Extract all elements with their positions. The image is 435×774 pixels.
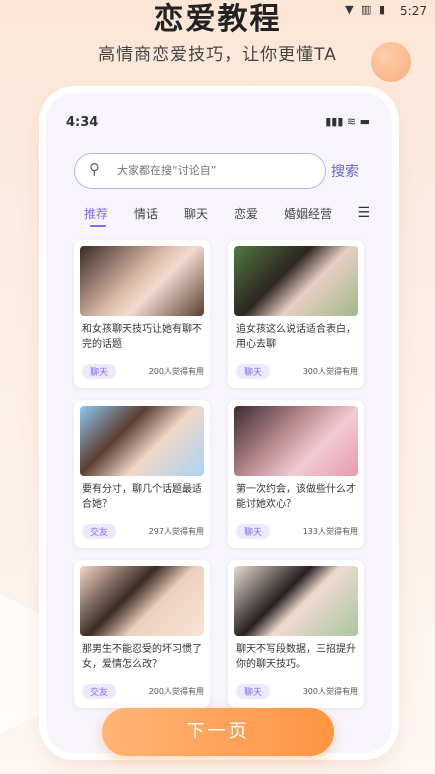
tab-love[interactable]: 恋爱 <box>234 205 258 222</box>
card-image <box>80 566 204 636</box>
card-count: 200人觉得有用 <box>148 687 204 696</box>
phone-status-icons: ▮▮▮ ≋ ▬ <box>325 115 370 128</box>
list-item[interactable]: 追女孩这么说话适合表白，用心去聊 聊天 300人觉得有用 <box>228 240 364 388</box>
card-tag: 交友 <box>82 684 117 699</box>
card-image <box>80 246 204 316</box>
tab-chat[interactable]: 聊天 <box>184 205 208 222</box>
search-button[interactable]: 搜索 <box>331 161 359 181</box>
card-tag: 聊天 <box>82 364 117 379</box>
list-item[interactable]: 聊天不写段数据，三招提升你的聊天技巧。 聊天 300人觉得有用 <box>228 560 364 708</box>
list-item[interactable]: 那男生不能忍受的坏习惯了女，爱情怎么改？ 交友 200人觉得有用 <box>74 560 210 708</box>
card-tag: 聊天 <box>236 364 271 379</box>
menu-icon[interactable]: ☰ <box>357 205 370 221</box>
search-icon: ⚲ <box>89 160 100 178</box>
decorative-circle <box>371 42 411 82</box>
card-image <box>234 566 358 636</box>
tab-recommend[interactable]: 推荐 <box>84 205 108 222</box>
list-item[interactable]: 要有分寸，聊几个话题最适合她？ 交友 297人觉得有用 <box>74 400 210 548</box>
card-image <box>234 246 358 316</box>
card-tag: 聊天 <box>236 524 271 539</box>
list-item[interactable]: 第一次约会，该做些什么才能讨她欢心？ 聊天 133人觉得有用 <box>228 400 364 548</box>
card-title: 和女孩聊天技巧让她有聊不完的话题 <box>82 324 202 350</box>
card-count: 300人觉得有用 <box>302 687 358 696</box>
list-item[interactable]: 和女孩聊天技巧让她有聊不完的话题 聊天 200人觉得有用 <box>74 240 210 388</box>
phone-mockup: 4:34 ▮▮▮ ≋ ▬ ⚲ 搜索 推荐 情话 聊天 恋爱 婚姻经营 ☰ 和女孩… <box>46 93 392 753</box>
next-page-button[interactable]: 下一页 <box>102 708 334 756</box>
tab-love-words[interactable]: 情话 <box>134 205 158 222</box>
card-title: 聊天不写段数据，三招提升你的聊天技巧。 <box>236 644 356 670</box>
card-image <box>234 406 358 476</box>
search-input[interactable] <box>115 163 319 178</box>
card-title: 要有分寸，聊几个话题最适合她？ <box>82 484 202 510</box>
card-count: 133人觉得有用 <box>302 527 358 536</box>
category-tabs: 推荐 情话 聊天 恋爱 婚姻经营 ☰ <box>84 205 370 229</box>
card-count: 300人觉得有用 <box>302 367 358 376</box>
card-image <box>80 406 204 476</box>
page-subtitle: 高情商恋爱技巧，让你更懂TA <box>98 45 337 65</box>
page-title: 恋爱教程 <box>153 2 282 37</box>
tab-marriage[interactable]: 婚姻经营 <box>284 205 332 222</box>
card-tag: 交友 <box>82 524 117 539</box>
card-tag: 聊天 <box>236 684 271 699</box>
card-count: 200人觉得有用 <box>148 367 204 376</box>
card-count: 297人觉得有用 <box>148 527 204 536</box>
card-title: 那男生不能忍受的坏习惯了女，爱情怎么改？ <box>82 644 202 670</box>
card-title: 第一次约会，该做些什么才能讨她欢心？ <box>236 484 356 510</box>
search-bar[interactable]: ⚲ <box>74 153 326 189</box>
card-title: 追女孩这么说话适合表白，用心去聊 <box>236 324 356 350</box>
phone-time: 4:34 <box>66 115 99 130</box>
active-tab-indicator <box>90 225 106 227</box>
